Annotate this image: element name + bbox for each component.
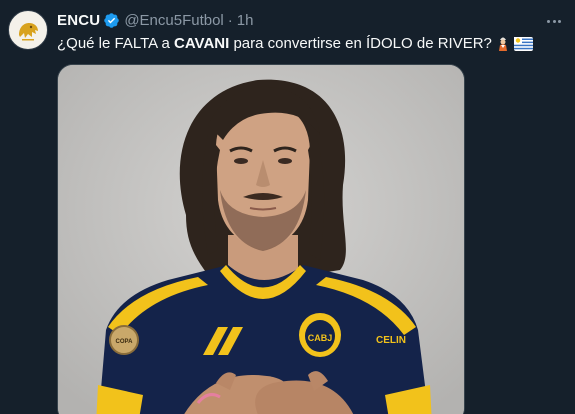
tweet-header: ENCU @Encu5Futbol · 1h [57,11,253,29]
handle[interactable]: @Encu5Futbol [124,12,223,29]
jersey-crest-text: CABJ [308,333,333,343]
display-name[interactable]: ENCU [57,12,100,29]
more-options-icon[interactable] [545,12,563,30]
verified-badge-icon [103,12,120,29]
player-photo: CABJ COPA CELIN [58,65,464,414]
tweet-text: ¿Qué le FALTA a CAVANI para convertirse … [57,34,533,57]
uruguay-flag-emoji-icon [513,37,533,57]
jersey-sponsor-text: CELIN [376,335,406,346]
avatar[interactable] [8,10,48,50]
tweet-text-part-1: ¿Qué le FALTA a [57,35,174,52]
tweet[interactable]: ENCU @Encu5Futbol · 1h ¿Qué le FALTA a C… [0,0,575,414]
sleeve-badge-text: COPA [116,339,134,345]
timestamp[interactable]: 1h [237,12,254,29]
tweet-text-part-3: para convertirse en ÍDOLO de RIVER? [229,35,492,52]
separator-dot: · [227,11,233,29]
genie-emoji-icon [496,35,510,57]
lion-logo-icon [19,23,38,41]
tweet-media-photo[interactable]: CABJ COPA CELIN [57,64,465,414]
tweet-text-bold: CAVANI [174,35,230,52]
